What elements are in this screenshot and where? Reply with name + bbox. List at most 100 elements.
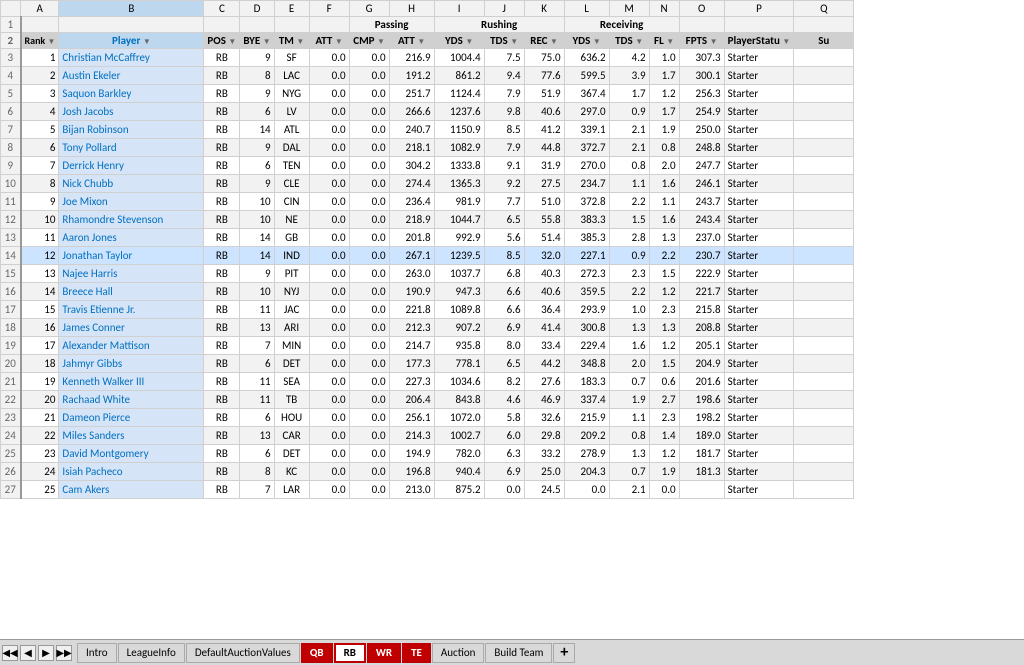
table-row[interactable]: 2220Rachaad WhiteRB11TB0.00.0206.4843.84…: [1, 391, 854, 409]
table-row[interactable]: 97Derrick HenryRB6TEN0.00.0304.21333.89.…: [1, 157, 854, 175]
table-row[interactable]: 42Austin EkelerRB8LAC0.00.0191.2861.29.4…: [1, 67, 854, 85]
tab-leagueinfo[interactable]: LeagueInfo: [118, 643, 185, 663]
tab-+[interactable]: +: [553, 643, 575, 663]
rec-cell: 55.8: [524, 211, 564, 229]
extra-header[interactable]: Su: [794, 33, 854, 49]
att-cell: 0.0: [309, 103, 349, 121]
tm-cell: SF: [274, 49, 309, 67]
player-header[interactable]: Player ▼: [59, 33, 204, 49]
bye-cell: 13: [240, 319, 274, 337]
tab-defaultauctionvalues[interactable]: DefaultAuctionValues: [186, 643, 300, 663]
grid-wrapper[interactable]: A B C D E F G H I J K L M N O: [0, 0, 1024, 639]
fl-header[interactable]: FL ▼: [649, 33, 679, 49]
extra-cell: [794, 337, 854, 355]
bye-header[interactable]: BYE ▼: [240, 33, 274, 49]
col-b-header[interactable]: B: [59, 1, 204, 17]
table-row[interactable]: 2422Miles SandersRB13CAR0.00.0214.31002.…: [1, 427, 854, 445]
rush-yds-cell: 1089.8: [434, 301, 484, 319]
tab-auction[interactable]: Auction: [432, 643, 485, 663]
nav-first-btn[interactable]: ◀◀: [2, 645, 18, 661]
att-header[interactable]: ATT ▼: [309, 33, 349, 49]
rush-att-header[interactable]: ATT ▼: [389, 33, 434, 49]
rush-att-cell: 206.4: [389, 391, 434, 409]
rush-yds-cell: 1034.6: [434, 373, 484, 391]
col-q-header[interactable]: Q: [794, 1, 854, 17]
tab-qb[interactable]: QB: [301, 643, 333, 663]
pos-cell: RB: [204, 355, 240, 373]
col-c-header[interactable]: C: [204, 1, 240, 17]
rush-tds-header[interactable]: TDS ▼: [484, 33, 524, 49]
table-row[interactable]: 64Josh JacobsRB6LV0.00.0266.61237.69.840…: [1, 103, 854, 121]
rec-tds-cell: 0.7: [609, 463, 649, 481]
tab-rb[interactable]: RB: [334, 643, 366, 663]
col-h-header[interactable]: H: [389, 1, 434, 17]
tab-wr[interactable]: WR: [367, 643, 401, 663]
col-p-header[interactable]: P: [724, 1, 794, 17]
rank-header[interactable]: Rank ▼: [21, 33, 59, 49]
table-row[interactable]: 108Nick ChubbRB9CLE0.00.0274.41365.39.22…: [1, 175, 854, 193]
tm-header[interactable]: TM ▼: [274, 33, 309, 49]
table-row[interactable]: 119Joe MixonRB10CIN0.00.0236.4981.97.751…: [1, 193, 854, 211]
table-row[interactable]: 86Tony PollardRB9DAL0.00.0218.11082.97.9…: [1, 139, 854, 157]
nav-last-btn[interactable]: ▶▶: [56, 645, 72, 661]
fpts-header[interactable]: FPTS ▼: [679, 33, 724, 49]
pos-cell: RB: [204, 409, 240, 427]
table-row[interactable]: 1513Najee HarrisRB9PIT0.00.0263.01037.76…: [1, 265, 854, 283]
col-n-header[interactable]: N: [649, 1, 679, 17]
col-d-header[interactable]: D: [240, 1, 274, 17]
table-row[interactable]: 75Bijan RobinsonRB14ATL0.00.0240.71150.9…: [1, 121, 854, 139]
rec-yds-cell: 337.4: [564, 391, 609, 409]
table-row[interactable]: 31Christian McCaffreyRB9SF0.00.0216.9100…: [1, 49, 854, 67]
nav-prev-btn[interactable]: ◀: [20, 645, 36, 661]
rec-cell: 31.9: [524, 157, 564, 175]
table-row[interactable]: 2725Cam AkersRB7LAR0.00.0213.0875.20.024…: [1, 481, 854, 499]
rush-yds-cell: 1082.9: [434, 139, 484, 157]
col-f-header[interactable]: F: [309, 1, 349, 17]
tab-intro[interactable]: Intro: [77, 643, 117, 663]
status-header[interactable]: PlayerStatu ▼: [724, 33, 794, 49]
rec-cell: 41.4: [524, 319, 564, 337]
table-row[interactable]: 2624Isiah PachecoRB8KC0.00.0196.8940.46.…: [1, 463, 854, 481]
tab-te[interactable]: TE: [402, 643, 431, 663]
col-o-header[interactable]: O: [679, 1, 724, 17]
table-row[interactable]: 1816James ConnerRB13ARI0.00.0212.3907.26…: [1, 319, 854, 337]
table-row[interactable]: 1311Aaron JonesRB14GB0.00.0201.8992.95.6…: [1, 229, 854, 247]
rush-yds-header[interactable]: YDS ▼: [434, 33, 484, 49]
rec-tds-header[interactable]: TDS ▼: [609, 33, 649, 49]
rec-tds-cell: 2.1: [609, 139, 649, 157]
col-e-header[interactable]: E: [274, 1, 309, 17]
player-name-cell: Cam Akers: [59, 481, 204, 499]
sheet-area: A B C D E F G H I J K L M N O: [0, 0, 1024, 639]
fl-cell: 2.2: [649, 247, 679, 265]
col-j-header[interactable]: J: [484, 1, 524, 17]
col-m-header[interactable]: M: [609, 1, 649, 17]
cmp-header[interactable]: CMP ▼: [349, 33, 389, 49]
table-row[interactable]: 1412Jonathan TaylorRB14IND0.00.0267.1123…: [1, 247, 854, 265]
cmp-cell: 0.0: [349, 193, 389, 211]
table-row[interactable]: 53Saquon BarkleyRB9NYG0.00.0251.71124.47…: [1, 85, 854, 103]
table-row[interactable]: 1715Travis Etienne Jr.RB11JAC0.00.0221.8…: [1, 301, 854, 319]
col-a-header[interactable]: A: [21, 1, 59, 17]
col-g-header[interactable]: G: [349, 1, 389, 17]
rush-yds-cell: 782.0: [434, 445, 484, 463]
status-cell: Starter: [724, 157, 794, 175]
table-row[interactable]: 1210Rhamondre StevensonRB10NE0.00.0218.9…: [1, 211, 854, 229]
col-i-header[interactable]: I: [434, 1, 484, 17]
rush-yds-cell: 935.8: [434, 337, 484, 355]
table-row[interactable]: 1917Alexander MattisonRB7MIN0.00.0214.79…: [1, 337, 854, 355]
tab-build-team[interactable]: Build Team: [485, 643, 552, 663]
table-row[interactable]: 2119Kenneth Walker IIIRB11SEA0.00.0227.3…: [1, 373, 854, 391]
table-row[interactable]: 2523David MontgomeryRB6DET0.00.0194.9782…: [1, 445, 854, 463]
col-k-header[interactable]: K: [524, 1, 564, 17]
rec-yds-header[interactable]: YDS ▼: [564, 33, 609, 49]
col-l-header[interactable]: L: [564, 1, 609, 17]
table-row[interactable]: 1614Breece HallRB10NYJ0.00.0190.9947.36.…: [1, 283, 854, 301]
rush-att-cell: 196.8: [389, 463, 434, 481]
nav-next-btn[interactable]: ▶: [38, 645, 54, 661]
pos-header[interactable]: POS ▼: [204, 33, 240, 49]
table-row[interactable]: 2321Dameon PierceRB6HOU0.00.0256.11072.0…: [1, 409, 854, 427]
table-row[interactable]: 2018Jahmyr GibbsRB6DET0.00.0177.3778.16.…: [1, 355, 854, 373]
rush-tds-cell: 6.9: [484, 463, 524, 481]
cmp-cell: 0.0: [349, 103, 389, 121]
rec-header[interactable]: REC ▼: [524, 33, 564, 49]
